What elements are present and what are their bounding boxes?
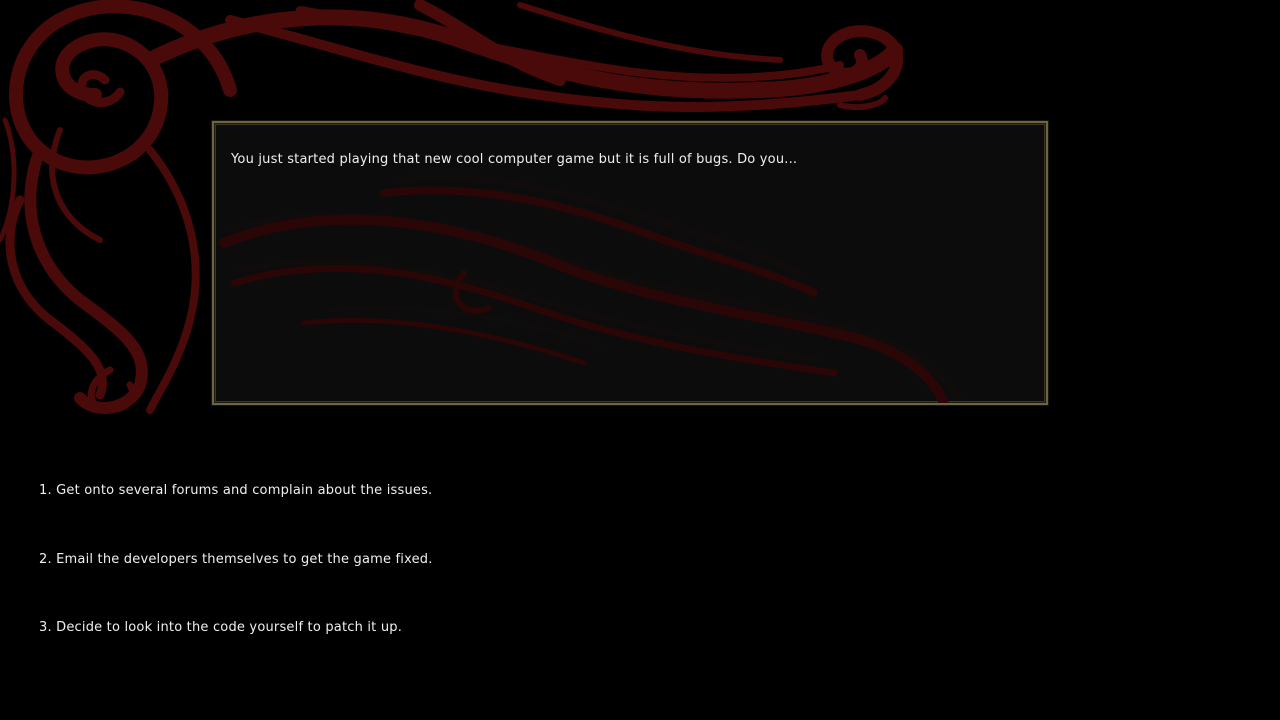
dialog-panel: You just started playing that new cool c… (212, 121, 1048, 405)
choice-option-2[interactable]: 2. Email the developers themselves to ge… (39, 552, 433, 567)
choice-option-1[interactable]: 1. Get onto several forums and complain … (39, 483, 432, 498)
choice-option-3[interactable]: 3. Decide to look into the code yourself… (39, 620, 402, 635)
game-screen: You just started playing that new cool c… (0, 0, 1280, 720)
dialog-prompt-text: You just started playing that new cool c… (231, 152, 798, 167)
